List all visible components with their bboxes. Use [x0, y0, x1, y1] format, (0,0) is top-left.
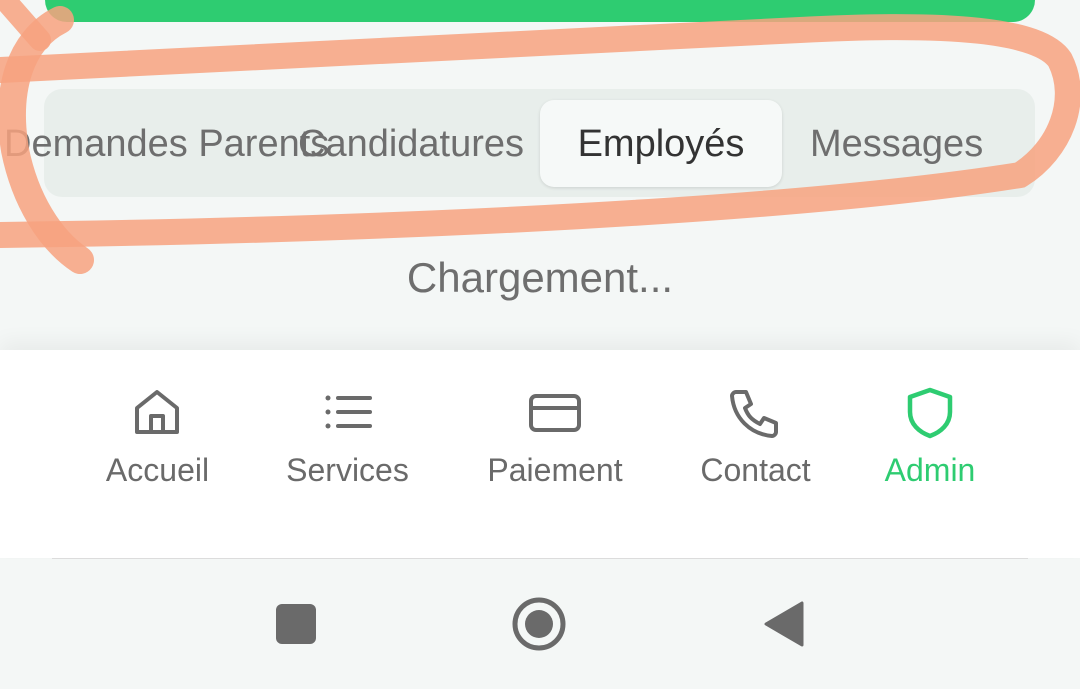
- credit-card-icon: [529, 394, 581, 432]
- shield-icon: [907, 387, 953, 439]
- phone-icon: [730, 390, 778, 438]
- tab-employes-label: Employés: [577, 123, 745, 165]
- nav-services-label: Services: [286, 452, 409, 488]
- top-action-bar[interactable]: [45, 0, 1035, 22]
- home-icon: [135, 390, 179, 434]
- list-icon: [325, 395, 372, 429]
- nav-admin-label: Admin: [884, 452, 976, 488]
- recents-icon[interactable]: [272, 600, 320, 648]
- nav-accueil[interactable]: Accueil: [90, 350, 225, 510]
- back-icon[interactable]: [760, 599, 806, 649]
- home-button-icon[interactable]: [510, 595, 568, 653]
- loading-text: Chargement...: [406, 254, 674, 301]
- nav-accueil-label: Accueil: [105, 452, 210, 488]
- tab-messages[interactable]: Messages: [810, 122, 983, 166]
- system-navigation-bar: [0, 559, 1080, 689]
- nav-paiement[interactable]: Paiement: [475, 350, 635, 510]
- nav-paiement-label: Paiement: [487, 452, 623, 488]
- nav-admin[interactable]: Admin: [870, 350, 990, 510]
- tab-employes[interactable]: Employés: [540, 100, 782, 187]
- nav-contact-label: Contact: [700, 452, 811, 488]
- tab-candidatures[interactable]: Candidatures: [298, 122, 524, 166]
- bottom-navigation: Accueil Services Paiement Contact Admin: [0, 350, 1080, 558]
- nav-services[interactable]: Services: [275, 350, 420, 510]
- nav-contact[interactable]: Contact: [688, 350, 823, 510]
- tab-demandes-parents[interactable]: Demandes Parents: [4, 122, 329, 166]
